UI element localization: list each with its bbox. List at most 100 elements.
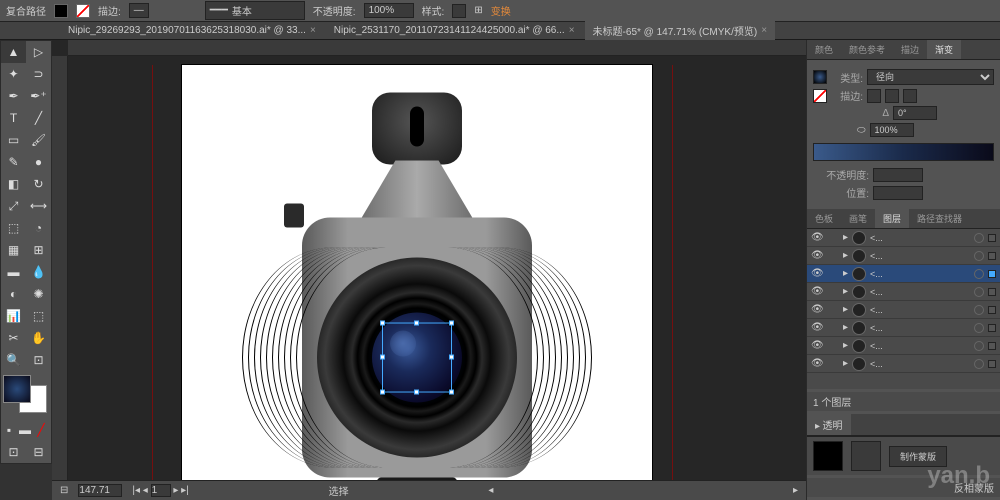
visibility-icon[interactable]: 👁 (811, 358, 823, 369)
gradient-ramp[interactable] (813, 143, 994, 161)
target-icon[interactable] (974, 305, 984, 315)
visibility-icon[interactable]: 👁 (811, 322, 823, 333)
handle-icon[interactable] (414, 390, 419, 395)
stroke-gradient-swatch[interactable] (813, 89, 827, 103)
expand-icon[interactable]: ▸ (843, 304, 848, 315)
scroll-left-icon[interactable]: ◂ (488, 485, 493, 496)
scroll-right-icon[interactable]: ▸ (793, 485, 798, 496)
fill-stroke-swatches[interactable] (3, 375, 49, 415)
object-thumb[interactable] (813, 441, 843, 471)
pencil-tool[interactable]: ✎ (1, 151, 26, 173)
artwork-camera[interactable] (302, 93, 532, 480)
handle-icon[interactable] (380, 355, 385, 360)
tab-doc-3[interactable]: 未标题-65* @ 147.71% (CMYK/预览)× (585, 21, 775, 40)
slice-tool[interactable]: ✂ (1, 327, 26, 349)
gradient-tool[interactable]: ▬ (1, 261, 26, 283)
hand-tool[interactable]: ✋ (26, 327, 51, 349)
layer-row[interactable]: 👁▸<... (807, 265, 1000, 283)
eyedropper-tool[interactable]: 💧 (26, 261, 51, 283)
paintbrush-tool[interactable]: 🖌 (26, 129, 51, 151)
target-icon[interactable] (974, 233, 984, 243)
brush-definition[interactable]: ━━━ 基本 (205, 1, 305, 20)
handle-icon[interactable] (414, 321, 419, 326)
aspect-field[interactable] (870, 123, 914, 137)
free-transform-tool[interactable]: ⬚ (1, 217, 26, 239)
line-tool[interactable]: ╱ (26, 107, 51, 129)
fill-color[interactable] (3, 375, 31, 403)
expand-icon[interactable]: ▸ (843, 232, 848, 243)
layers-list[interactable]: 👁▸<...👁▸<...👁▸<...👁▸<...👁▸<...👁▸<...👁▸<.… (807, 229, 1000, 389)
gradient-type-select[interactable]: 径向 (867, 69, 994, 85)
target-icon[interactable] (974, 269, 984, 279)
screen-mode[interactable]: ⊡ (1, 441, 26, 463)
visibility-icon[interactable]: 👁 (811, 340, 823, 351)
shape-builder-tool[interactable]: ◔ (26, 217, 51, 239)
rectangle-tool[interactable]: ▭ (1, 129, 26, 151)
transform-link[interactable]: 变换 (491, 3, 511, 18)
style-swatch[interactable] (452, 4, 466, 18)
tab-color-guide[interactable]: 颜色参考 (841, 40, 893, 59)
guide-line[interactable] (152, 65, 153, 480)
tab-gradient[interactable]: 渐变 (927, 40, 961, 59)
artboard-nav[interactable]: |◂ ◂ ▸ ▸| (132, 484, 188, 497)
symbol-sprayer-tool[interactable]: ✺ (26, 283, 51, 305)
tab-doc-1[interactable]: Nipic_29269293_20190701163625318030.ai* … (60, 23, 324, 38)
selection-bounding-box[interactable] (382, 323, 452, 393)
gradient-mode[interactable]: ▬ (17, 419, 33, 441)
visibility-icon[interactable]: 👁 (811, 304, 823, 315)
handle-icon[interactable] (449, 321, 454, 326)
align-icon[interactable]: ⊞ (474, 5, 482, 16)
pen-tool[interactable]: ✒ (1, 85, 26, 107)
none-mode[interactable]: ╱ (33, 419, 49, 441)
visibility-icon[interactable]: 👁 (811, 250, 823, 261)
tab-stroke[interactable]: 描边 (893, 40, 927, 59)
guide-line[interactable] (672, 65, 673, 480)
stroke-weight-field[interactable]: — (129, 3, 149, 18)
fill-swatch[interactable] (54, 4, 68, 18)
close-icon[interactable]: × (761, 25, 767, 36)
stroke-none-swatch[interactable] (76, 4, 90, 18)
type-tool[interactable]: T (1, 107, 26, 129)
tab-layers[interactable]: 图层 (875, 209, 909, 228)
stroke-type-2[interactable] (885, 89, 899, 103)
opacity-field[interactable]: 100% (364, 3, 414, 18)
layer-row[interactable]: 👁▸<... (807, 319, 1000, 337)
stop-position-field[interactable] (873, 186, 923, 200)
target-icon[interactable] (974, 359, 984, 369)
color-mode[interactable]: ▪ (1, 419, 17, 441)
layer-row[interactable]: 👁▸<... (807, 247, 1000, 265)
handle-icon[interactable] (380, 321, 385, 326)
scale-tool[interactable]: ⤢ (1, 195, 26, 217)
add-anchor-tool[interactable]: ✒⁺ (26, 85, 51, 107)
target-icon[interactable] (974, 287, 984, 297)
make-mask-button[interactable]: 制作蒙版 (889, 446, 947, 467)
expand-icon[interactable]: ▸ (843, 322, 848, 333)
mesh-tool[interactable]: ⊞ (26, 239, 51, 261)
angle-field[interactable] (893, 106, 937, 120)
target-icon[interactable] (974, 323, 984, 333)
layer-row[interactable]: 👁▸<... (807, 229, 1000, 247)
blob-brush-tool[interactable]: ● (26, 151, 51, 173)
close-icon[interactable]: × (310, 25, 316, 36)
handle-icon[interactable] (449, 355, 454, 360)
tab-color[interactable]: 颜色 (807, 40, 841, 59)
layer-row[interactable]: 👁▸<... (807, 283, 1000, 301)
selection-tool[interactable]: ▲ (1, 41, 26, 63)
layer-row[interactable]: 👁▸<... (807, 355, 1000, 373)
stroke-type-3[interactable] (903, 89, 917, 103)
magic-wand-tool[interactable]: ✦ (1, 63, 26, 85)
direct-selection-tool[interactable]: ▷ (26, 41, 51, 63)
close-icon[interactable]: × (569, 25, 575, 36)
print-tiling-tool[interactable]: ⊡ (26, 349, 51, 371)
zoom-field[interactable] (78, 484, 122, 497)
stop-opacity-field[interactable] (873, 168, 923, 182)
expand-icon[interactable]: ▸ (843, 358, 848, 369)
handle-icon[interactable] (380, 390, 385, 395)
tab-brushes[interactable]: 画笔 (841, 209, 875, 228)
tab-swatches[interactable]: 色板 (807, 209, 841, 228)
stroke-type-1[interactable] (867, 89, 881, 103)
lasso-tool[interactable]: ⊃ (26, 63, 51, 85)
target-icon[interactable] (974, 341, 984, 351)
tab-transparency[interactable]: ▸ 透明 (807, 414, 851, 435)
rotate-tool[interactable]: ↻ (26, 173, 51, 195)
